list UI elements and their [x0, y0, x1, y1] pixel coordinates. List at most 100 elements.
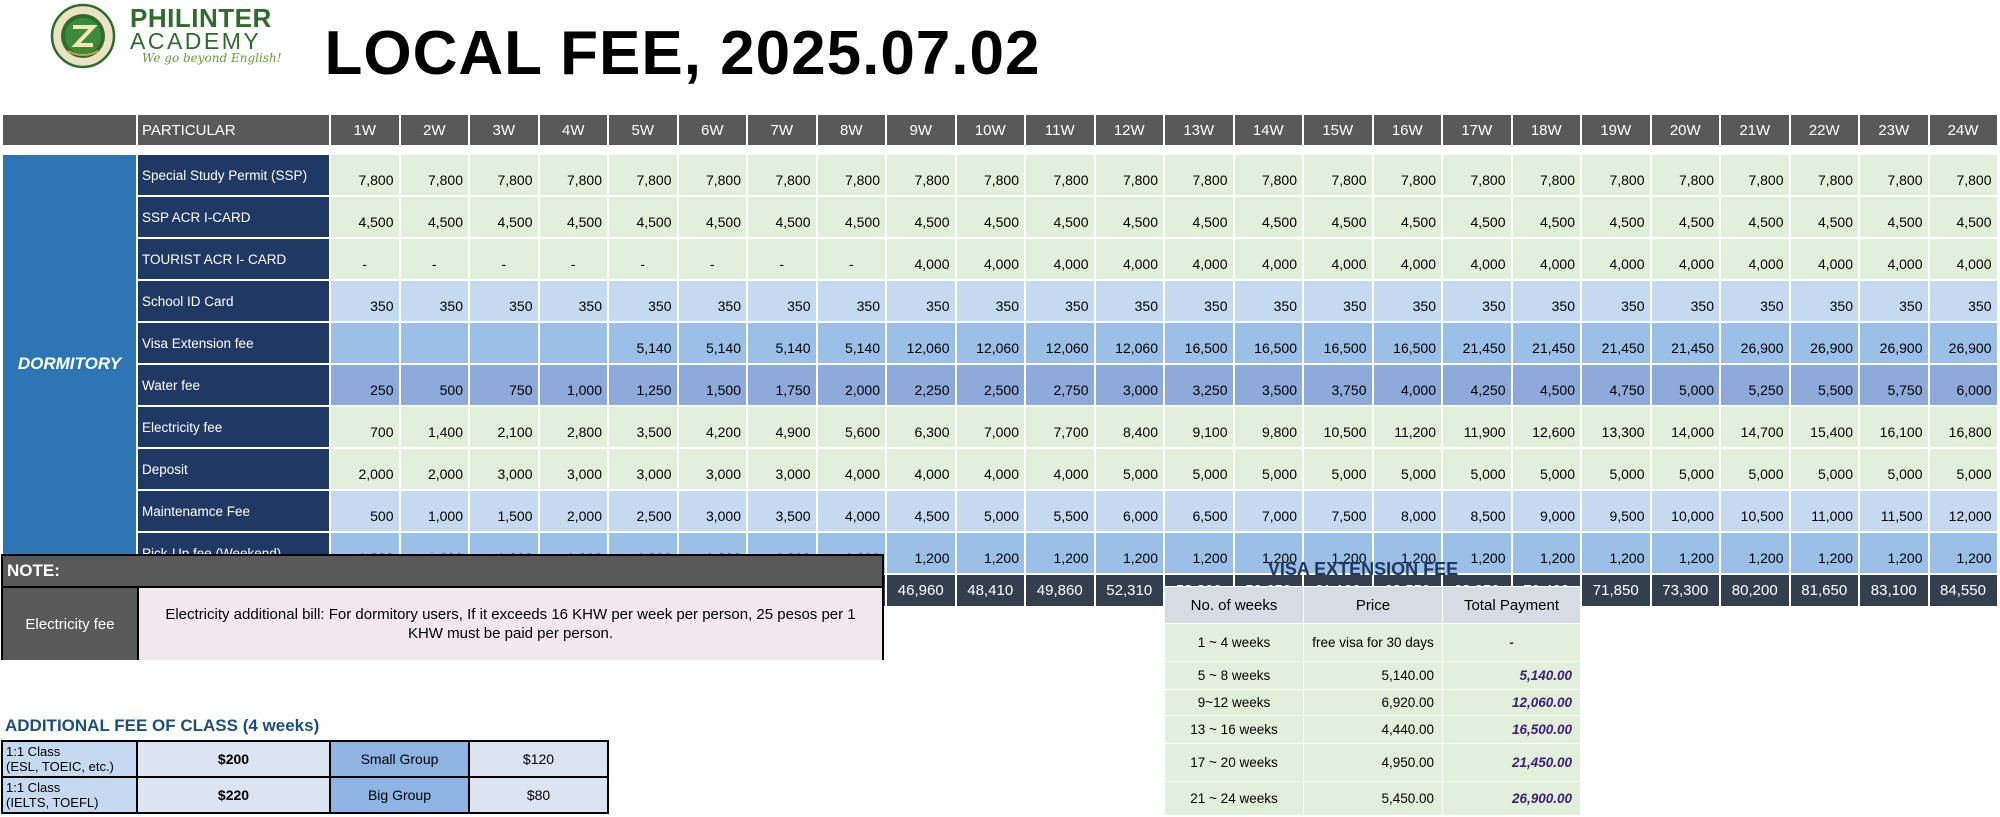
fee-value-cell: 6,000 [1927, 363, 1999, 407]
fee-value-cell: 7,800 [1302, 153, 1374, 197]
fee-value-cell: 21,450 [1580, 321, 1652, 365]
fee-value-cell: 5,000 [1719, 447, 1791, 491]
fee-value-cell: 3,250 [1163, 363, 1235, 407]
fee-value-cell: 7,800 [815, 153, 887, 197]
visa-weeks: 17 ~ 20 weeks [1164, 743, 1304, 782]
total-value-cell: 48,410 [954, 573, 1026, 608]
fee-value-cell: 7,800 [607, 153, 679, 197]
fee-value-cell: 4,000 [1302, 237, 1374, 281]
fee-value-cell: 4,500 [329, 195, 401, 239]
fee-value-cell: 4,000 [954, 447, 1026, 491]
fee-row: Visa Extension fee 5,140 5,140 5,140 5,140 12… [2, 321, 1999, 365]
visa-price: 4,950.00 [1303, 743, 1443, 782]
fee-value-cell: 4,750 [1580, 363, 1652, 407]
fee-value-cell: 5,000 [1927, 447, 1999, 491]
week-header-10w: 10W [954, 113, 1026, 147]
fee-value-cell: 4,500 [1093, 195, 1165, 239]
fee-value-cell: 21,450 [1649, 321, 1721, 365]
fee-value-cell: 4,000 [815, 447, 887, 491]
fee-value-cell: 9,500 [1580, 489, 1652, 533]
fee-value-cell: 4,500 [746, 195, 818, 239]
fee-value-cell: 350 [1719, 279, 1791, 323]
class-name: 1:1 Class [6, 780, 61, 795]
fee-row: SSP ACR I-CARD 4,500 4,500 4,500 4,500 4,500 4… [2, 195, 1999, 239]
visa-price: free visa for 30 days [1303, 623, 1443, 662]
note-header: NOTE: [3, 556, 882, 588]
fee-value-cell: 700 [329, 405, 401, 449]
fee-value-cell: 4,000 [1232, 237, 1304, 281]
fee-value-cell: 5,000 [1441, 447, 1513, 491]
week-header-21w: 21W [1719, 113, 1791, 147]
fee-value-cell: 4,000 [885, 447, 957, 491]
local-fee-table: PARTICULAR 1W 2W 3W 4W 5W 6W 7W 8W 9W 10W 11W 12W 13… [1, 113, 1999, 608]
total-value-cell: 83,100 [1858, 573, 1930, 608]
visa-total: - [1442, 623, 1581, 662]
note-box: NOTE: Electricity fee Electricity additi… [1, 554, 884, 660]
fee-value-cell: 3,000 [746, 447, 818, 491]
fee-value-cell: 5,140 [815, 321, 887, 365]
fee-value-cell: 350 [1024, 279, 1096, 323]
visa-row: 13 ~ 16 weeks 4,440.00 16,500.00 [1164, 715, 1581, 744]
fee-value-cell: 4,500 [1580, 195, 1652, 239]
week-header-6w: 6W [676, 113, 748, 147]
visa-weeks: 5 ~ 8 weeks [1164, 661, 1304, 690]
fee-value-cell: 7,800 [746, 153, 818, 197]
fee-value-cell: 11,500 [1858, 489, 1930, 533]
fee-value-cell: 4,000 [815, 489, 887, 533]
visa-price: 4,440.00 [1303, 715, 1443, 744]
fee-value-cell: 15,400 [1788, 405, 1860, 449]
fee-value-cell: 350 [676, 279, 748, 323]
fee-row-label: Water fee [136, 363, 331, 407]
visa-total: 26,900.00 [1442, 781, 1581, 816]
fee-value-cell: 8,500 [1441, 489, 1513, 533]
fee-value-cell: 5,000 [1232, 447, 1304, 491]
fee-value-cell: 1,000 [398, 489, 470, 533]
fee-value-cell: 3,750 [1302, 363, 1374, 407]
visa-total: 5,140.00 [1442, 661, 1581, 690]
fee-value-cell: 2,750 [1024, 363, 1096, 407]
fee-value-cell: 3,500 [1232, 363, 1304, 407]
fee-value-cell: 4,500 [676, 195, 748, 239]
week-header-1w: 1W [329, 113, 401, 147]
note-text: Electricity additional bill: For dormito… [139, 588, 882, 660]
visa-row: 1 ~ 4 weeks free visa for 30 days - [1164, 623, 1581, 662]
group-type: Small Group [329, 740, 470, 778]
fee-value-cell: 26,900 [1858, 321, 1930, 365]
class-type-cell: 1:1 Class (ESL, TOEIC, etc.) [1, 740, 138, 778]
fee-value-cell: 4,000 [885, 237, 957, 281]
fee-value-cell: 7,800 [1232, 153, 1304, 197]
fee-value-cell: 4,000 [1580, 237, 1652, 281]
fee-value-cell: 2,000 [398, 447, 470, 491]
fee-value-cell: 26,900 [1788, 321, 1860, 365]
fee-value-cell: 7,000 [1232, 489, 1304, 533]
fee-value-cell: 6,300 [885, 405, 957, 449]
total-value-cell: 71,850 [1580, 573, 1652, 608]
fee-value-cell: 7,800 [1858, 153, 1930, 197]
class-name: 1:1 Class [6, 744, 61, 759]
week-header-4w: 4W [537, 113, 609, 147]
fee-row-label: SSP ACR I-CARD [136, 195, 331, 239]
fee-value-cell: 3,000 [468, 447, 540, 491]
fee-value-cell: 350 [1858, 279, 1930, 323]
fee-value-cell: 2,000 [537, 489, 609, 533]
fee-row: Deposit 2,000 2,000 3,000 3,000 3,000 3,000 3,0… [2, 447, 1999, 491]
fee-value-cell: 7,800 [1927, 153, 1999, 197]
fee-value-cell: 7,800 [398, 153, 470, 197]
fee-value-cell: 13,300 [1580, 405, 1652, 449]
week-header-16w: 16W [1371, 113, 1443, 147]
visa-header-price: Price [1303, 586, 1443, 624]
fee-row-label: Visa Extension fee [136, 321, 331, 365]
fee-value-cell: 4,500 [468, 195, 540, 239]
fee-value-cell: 7,000 [954, 405, 1026, 449]
fee-value-cell: 6,500 [1163, 489, 1235, 533]
fee-value-cell: 4,500 [1719, 195, 1791, 239]
visa-price: 6,920.00 [1303, 689, 1443, 716]
fee-value-cell: 1,200 [1927, 531, 1999, 575]
fee-value-cell: 3,000 [607, 447, 679, 491]
fee-value-cell: 350 [329, 279, 401, 323]
fee-value-cell: 7,800 [1163, 153, 1235, 197]
total-value-cell: 84,550 [1927, 573, 1999, 608]
group-price: $80 [468, 776, 609, 814]
fee-value-cell: 350 [1232, 279, 1304, 323]
fee-value-cell: 500 [398, 363, 470, 407]
